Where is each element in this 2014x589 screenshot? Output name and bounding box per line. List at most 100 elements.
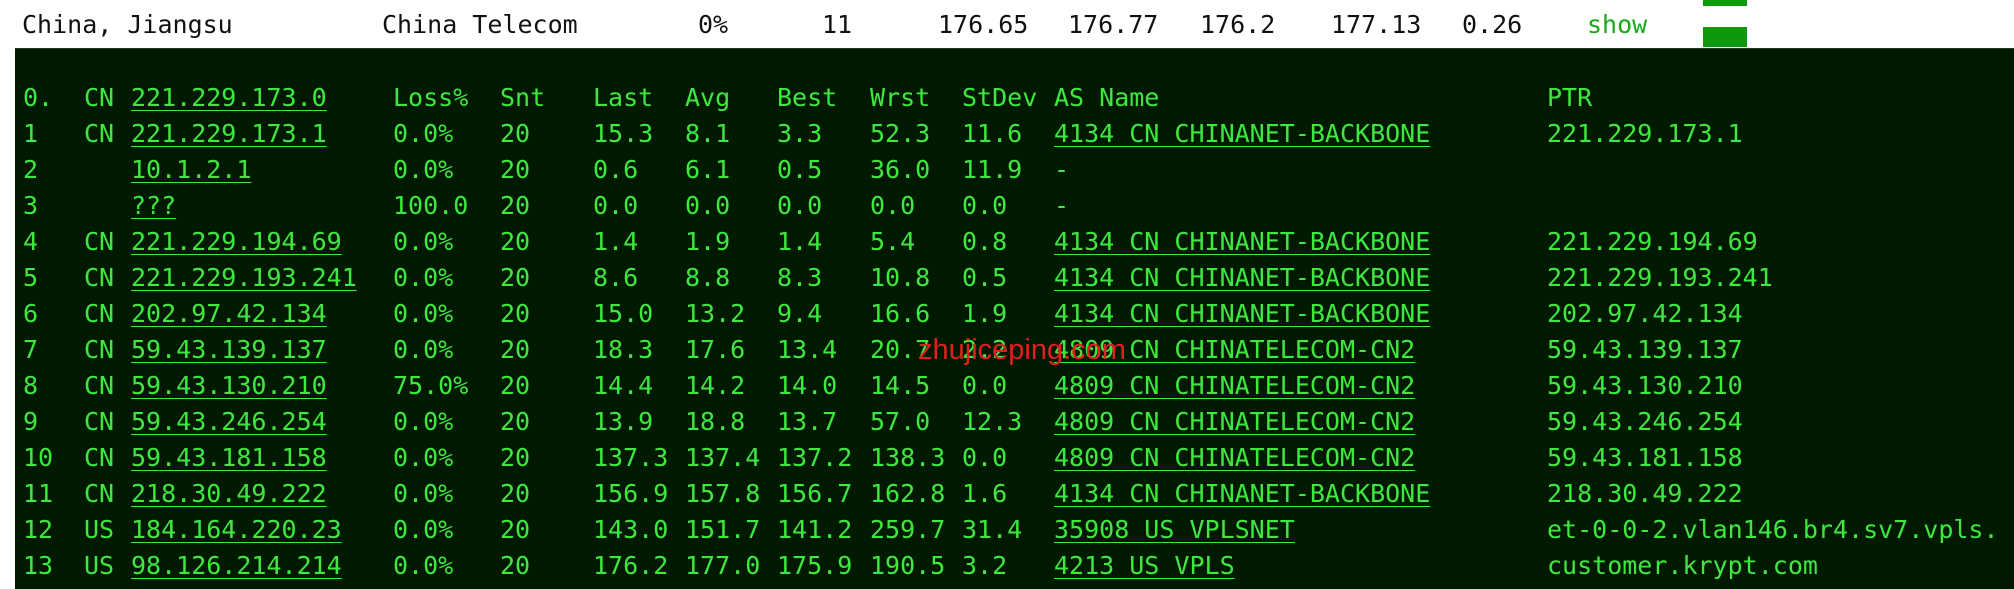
summary-value-4: 177.13 [1331,10,1422,39]
watermark: zhujiceping.com [918,334,1126,366]
hop-avg: 1.9 [685,227,731,256]
header-best: Best [777,83,838,112]
header-asname: AS Name [1054,83,1160,112]
hop-row: 11 CN 218.30.49.222 0.0% 20 156.9 157.8 156.7 16… [15,477,2014,513]
hop-row: 10 CN 59.43.181.158 0.0% 20 137.3 137.4 137.2 13… [15,441,2014,477]
hop-asname-link[interactable]: 4809 CN CHINATELECOM-CN2 [1054,369,1415,403]
hop-asname-link: - [1054,191,1070,220]
hop-country: CN [84,227,115,256]
hop-host-link[interactable]: 59.43.181.158 [131,441,327,475]
hop-country: CN [84,407,115,436]
hop-snt: 20 [500,335,531,364]
hop-avg: 8.8 [685,263,731,292]
hop-number: 8 [23,371,39,400]
hop-best: 0.0 [777,191,823,220]
hop-stdev: 1.6 [962,479,1008,508]
hop-row: 6 CN 202.97.42.134 0.0% 20 15.0 13.2 9.4 16.6 1.9… [15,297,2014,333]
hop-asname-link[interactable]: 4809 CN CHINATELECOM-CN2 [1054,441,1415,475]
hop-ptr: 59.43.246.254 [1547,407,1743,436]
hop-best: 0.5 [777,155,823,184]
hop-number: 13 [23,551,54,580]
hop-asname-link[interactable]: 4134 CN CHINANET-BACKBONE [1054,477,1430,511]
terminal-output: 0. CN 221.229.173.0 Loss% Snt Last Avg B… [15,48,2014,589]
hop-last: 15.0 [593,299,654,328]
hop-loss: 0.0% [393,443,454,472]
hop-host-link[interactable]: 221.229.194.69 [131,225,342,259]
hop-asname-link[interactable]: 35908 US VPLSNET [1054,513,1295,547]
summary-value-5: 0.26 [1462,10,1523,39]
hop-avg: 8.1 [685,119,731,148]
hop-country: CN [84,479,115,508]
hop-ptr: 221.229.173.1 [1547,119,1743,148]
hop-number: 4 [23,227,39,256]
hop-row: 5 CN 221.229.193.241 0.0% 20 8.6 8.8 8.3 10.8 0.5… [15,261,2014,297]
hop-host-link[interactable]: 184.164.220.23 [131,513,342,547]
hop-loss: 0.0% [393,515,454,544]
hop-last: 0.6 [593,155,639,184]
hop-asname-link[interactable]: 4134 CN CHINANET-BACKBONE [1054,297,1430,331]
hop-asname-link[interactable]: 4134 CN CHINANET-BACKBONE [1054,117,1430,151]
summary-location: China, Jiangsu [22,10,233,39]
hop-country: US [84,551,115,580]
hop-ptr: 59.43.139.137 [1547,335,1743,364]
hop-host-link[interactable]: ??? [131,189,176,223]
hop-country: CN [84,119,115,148]
hop-stdev: 11.9 [962,155,1023,184]
hop-number: 9 [23,407,39,436]
header-wrst: Wrst [870,83,931,112]
hop-ptr: 221.229.193.241 [1547,263,1773,292]
hop-asname-link[interactable]: 4134 CN CHINANET-BACKBONE [1054,225,1430,259]
hop-number: 10 [23,443,54,472]
summary-value-3: 176.2 [1200,10,1276,39]
hop-wrst: 5.4 [870,227,916,256]
hop-host-link[interactable]: 221.229.193.241 [131,261,357,295]
hop-host-link[interactable]: 98.126.214.214 [131,549,342,583]
hop-host-link[interactable]: 59.43.139.137 [131,333,327,367]
hop-number: 7 [23,335,39,364]
hop-last: 13.9 [593,407,654,436]
hop-best: 9.4 [777,299,823,328]
show-link[interactable]: show [1587,10,1647,40]
hop-last: 176.2 [593,551,669,580]
hop-host-link[interactable]: 202.97.42.134 [131,297,327,331]
hop-row: 8 CN 59.43.130.210 75.0% 20 14.4 14.2 14.0 14.5 0… [15,369,2014,405]
hop-stdev: 11.6 [962,119,1023,148]
hop-snt: 20 [500,299,531,328]
hop-host-link[interactable]: 10.1.2.1 [131,153,251,187]
hop-snt: 20 [500,227,531,256]
hop-stdev: 31.4 [962,515,1023,544]
header-loss: Loss% [393,83,469,112]
hop-stdev: 0.0 [962,191,1008,220]
hop-host-link[interactable]: 59.43.246.254 [131,405,327,439]
hop-stdev: 0.0 [962,371,1008,400]
hop-host-link[interactable]: 221.229.173.1 [131,117,327,151]
hop-wrst: 162.8 [870,479,946,508]
hop-row: 9 CN 59.43.246.254 0.0% 20 13.9 18.8 13.7 57.0 12… [15,405,2014,441]
header-country: CN [84,83,115,112]
hop-wrst: 57.0 [870,407,931,436]
hop-best: 1.4 [777,227,823,256]
header-host-link[interactable]: 221.229.173.0 [131,81,327,115]
hop-number: 6 [23,299,39,328]
hop-last: 143.0 [593,515,669,544]
hop-stdev: 0.0 [962,443,1008,472]
hop-loss: 0.0% [393,299,454,328]
hop-loss: 0.0% [393,263,454,292]
hop-avg: 13.2 [685,299,746,328]
header-stdev: StDev [962,83,1038,112]
hop-asname-link[interactable]: 4809 CN CHINATELECOM-CN2 [1054,405,1415,439]
hop-asname-link[interactable]: 4213 US VPLS [1054,549,1235,583]
hop-best: 14.0 [777,371,838,400]
hop-stdev: 0.8 [962,227,1008,256]
hop-best: 141.2 [777,515,853,544]
hop-loss: 0.0% [393,119,454,148]
hop-asname-link: - [1054,155,1070,184]
hop-wrst: 259.7 [870,515,946,544]
hop-country: CN [84,335,115,364]
hop-snt: 20 [500,371,531,400]
hop-country: CN [84,263,115,292]
status-bar [1703,27,1747,47]
hop-host-link[interactable]: 218.30.49.222 [131,477,327,511]
hop-host-link[interactable]: 59.43.130.210 [131,369,327,403]
hop-asname-link[interactable]: 4134 CN CHINANET-BACKBONE [1054,261,1430,295]
